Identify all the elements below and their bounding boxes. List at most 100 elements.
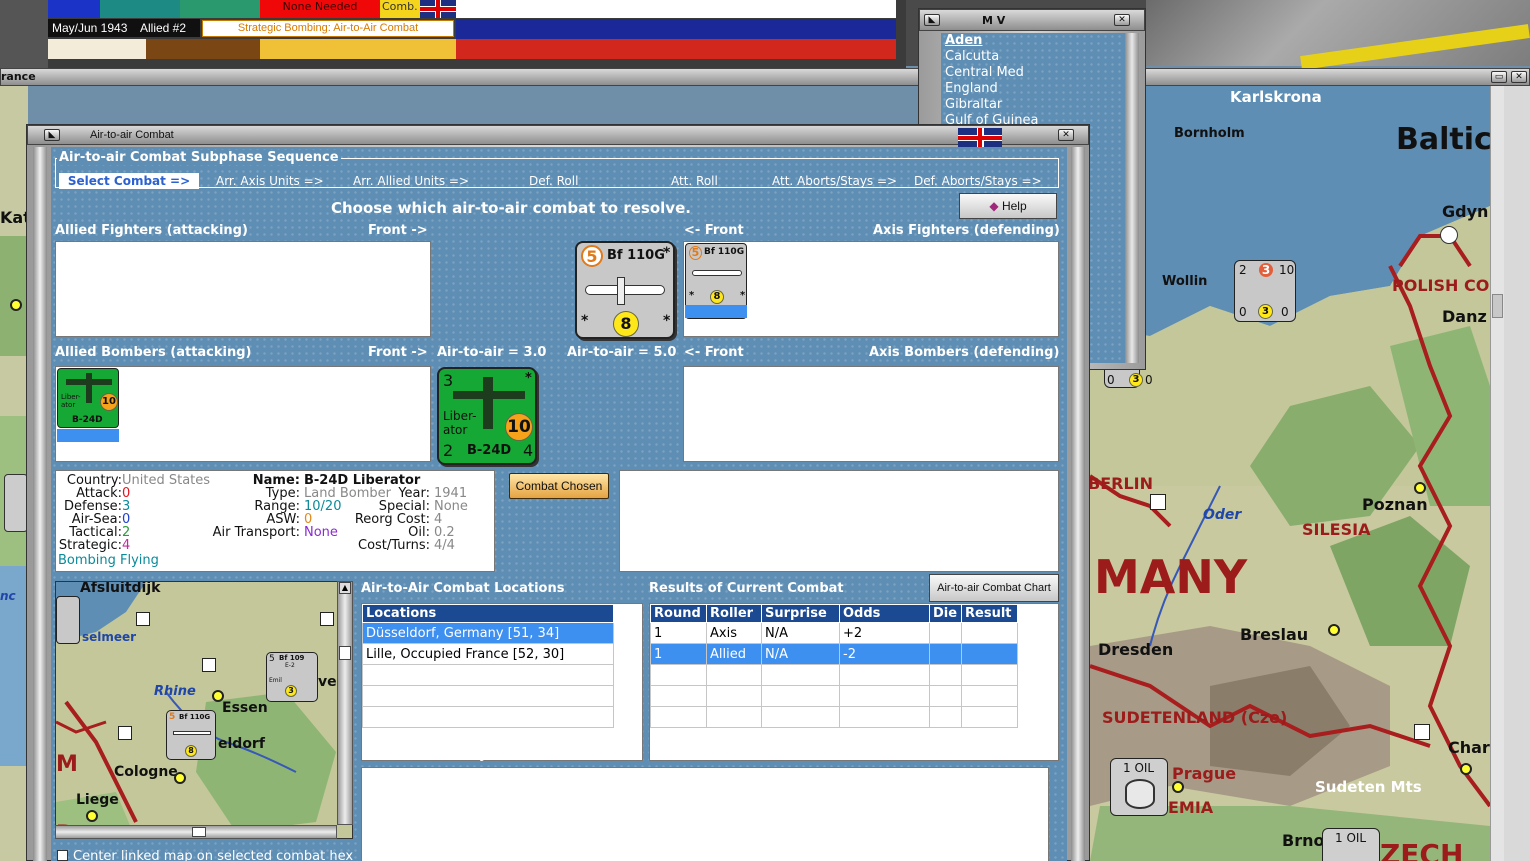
b24d-counter[interactable]: 3 * Liber- ator 10 2 B-24D 4 — [437, 367, 537, 465]
front-arrow-label: Front -> — [368, 223, 428, 238]
mv-item[interactable]: England — [945, 81, 1125, 97]
map-label: Sudeten Mts — [1315, 778, 1422, 796]
mini-map-hscroll[interactable] — [55, 825, 337, 839]
map-label: SILESIA — [1302, 520, 1371, 539]
uk-flag-icon — [958, 128, 1002, 148]
city-marker — [1328, 624, 1340, 636]
locations-title: Air-to-Air Combat Locations — [361, 581, 565, 596]
unit-counter[interactable] — [56, 596, 80, 644]
col-die[interactable]: Die — [929, 604, 962, 623]
map-label: POLISH CO — [1392, 276, 1490, 295]
axis-bombers-box[interactable] — [683, 366, 1059, 462]
locations-list[interactable]: Locations Düsseldorf, Germany [51, 34] L… — [361, 603, 643, 761]
result-row[interactable]: 1 Allied N/A -2 — [650, 643, 1018, 665]
city-marker — [212, 690, 224, 702]
map-label: Prague — [1172, 764, 1237, 783]
combat-chosen-button[interactable]: Combat Chosen — [509, 473, 609, 499]
col-round[interactable]: Round — [650, 604, 707, 623]
col-odds[interactable]: Odds — [839, 604, 930, 623]
factory-icon — [1414, 724, 1430, 740]
seq-step: Att. Roll — [671, 174, 718, 188]
map-label: Liege — [76, 792, 119, 808]
dialog-titlebar: ◣ Air-to-air Combat ✕ — [27, 125, 1089, 148]
city-marker — [86, 810, 98, 822]
city-marker — [1414, 482, 1426, 494]
combat-message-box — [619, 470, 1059, 572]
map-label: Wollin — [1162, 274, 1208, 289]
b24d-small-counter[interactable]: Liber- ator 10 B-24D — [57, 368, 119, 428]
center-linked-label: Center linked map on selected combat hex — [73, 849, 354, 861]
map-label: MANY — [1094, 550, 1248, 604]
map-label: Breslau — [1240, 625, 1309, 644]
oil-counter[interactable]: 1 OIL — [1322, 828, 1380, 861]
factory-icon — [320, 612, 334, 626]
mini-map[interactable]: Afsluitdijk selmeer Rhine Essen eldorf C… — [55, 581, 353, 839]
bf110g-counter[interactable]: 5 Bf 110G * * 8 * — [575, 241, 675, 339]
combat-chart-button[interactable]: Air-to-air Combat Chart — [929, 574, 1059, 602]
map-label: SUDETENLAND (Cze) — [1102, 708, 1288, 727]
uk-flag-icon — [420, 0, 456, 18]
mv-title: M V — [982, 14, 1006, 27]
seq-step: Def. Aborts/Stays => — [914, 174, 1042, 188]
subphase-title: Air-to-air Combat Subphase Sequence — [57, 150, 341, 165]
game-turn: Allied #2 — [136, 19, 200, 37]
map-label: Dresden — [1098, 640, 1174, 659]
close-icon[interactable]: ✕ — [1058, 129, 1074, 141]
factory-icon — [202, 658, 216, 672]
pin-icon[interactable]: ◣ — [924, 14, 940, 26]
comb-cell: Comb. — [380, 0, 420, 18]
axis-bombers-label: Axis Bombers (defending) — [869, 345, 1060, 360]
game-date: May/Jun 1943 — [48, 19, 136, 37]
front-arrow-label: Front -> — [368, 345, 428, 360]
col-roller[interactable]: Roller — [706, 604, 762, 623]
axis-fighters-box[interactable]: 5 Bf 110G 8 * * — [683, 241, 1059, 337]
bf110g-mini-counter[interactable]: 5 Bf 110G 8 — [166, 710, 216, 760]
mv-item[interactable]: Central Med — [945, 65, 1125, 81]
city-marker — [174, 772, 186, 784]
info-status: Bombing Flying — [58, 553, 159, 568]
map-label: Cologne — [114, 764, 178, 780]
selected-unit-bar — [685, 305, 747, 318]
info-country: United States — [122, 473, 211, 488]
close-icon[interactable]: ✕ — [1511, 71, 1527, 83]
map-label: Poznan — [1362, 495, 1428, 514]
center-linked-checkbox[interactable] — [57, 850, 68, 861]
map-label: Char — [1448, 738, 1490, 757]
mini-map-vscroll[interactable]: ▲ — [337, 581, 353, 825]
col-surprise[interactable]: Surprise — [761, 604, 840, 623]
location-row[interactable]: Lille, Occupied France [52, 30] — [362, 643, 614, 665]
bf109-counter[interactable]: 5 Bf 109 E-2 Emil 3 — [266, 652, 318, 702]
location-row[interactable]: Düsseldorf, Germany [51, 34] — [362, 622, 614, 644]
map-label: EMIA — [1168, 798, 1214, 817]
mv-item-aden[interactable]: Aden — [945, 33, 1125, 49]
map-scrollbar[interactable] — [1490, 86, 1504, 861]
col-result[interactable]: Result — [961, 604, 1018, 623]
oil-counter[interactable]: 1 OIL — [1110, 758, 1168, 816]
pin-icon[interactable]: ◣ — [44, 129, 60, 141]
aircraft-icon — [692, 270, 742, 276]
locations-header[interactable]: Locations — [362, 604, 614, 623]
allied-fighters-box[interactable] — [55, 241, 431, 337]
restore-icon[interactable]: ▭ — [1491, 71, 1507, 83]
dialog-title: Air-to-air Combat — [90, 129, 174, 141]
left-map-strip: Kat nc — [0, 86, 31, 861]
map-label: eldorf — [218, 736, 265, 752]
instruction-text: Choose which air-to-air combat to resolv… — [331, 199, 691, 217]
axis-fighters-label: Axis Fighters (defending) — [873, 223, 1060, 238]
unit-counter-stack[interactable]: 2 3 10 0 3 0 — [1234, 260, 1296, 322]
dialog-content: Air-to-air Combat Subphase Sequence Sele… — [51, 147, 1067, 861]
aircraft-icon — [585, 285, 665, 295]
result-row[interactable]: 1 Axis N/A +2 — [650, 622, 1018, 644]
results-table: Round Roller Surprise Odds Die Result 1A… — [649, 603, 1059, 761]
close-icon[interactable]: ✕ — [1114, 14, 1130, 26]
map-label: Karlskrona — [1230, 88, 1322, 106]
mv-item[interactable]: Calcutta — [945, 49, 1125, 65]
allied-bombers-box[interactable]: Liber- ator 10 B-24D — [55, 366, 431, 462]
help-button[interactable]: ◆ Help — [959, 193, 1057, 219]
city-marker — [1172, 781, 1184, 793]
mv-item[interactable]: Gibraltar — [945, 97, 1125, 113]
map-label: M — [56, 752, 78, 777]
top-status-window: None Needed Comb. May/Jun 1943 Allied #2… — [0, 0, 906, 68]
map-label: Danz — [1442, 307, 1487, 326]
results-title: Results of Current Combat — [649, 581, 844, 596]
